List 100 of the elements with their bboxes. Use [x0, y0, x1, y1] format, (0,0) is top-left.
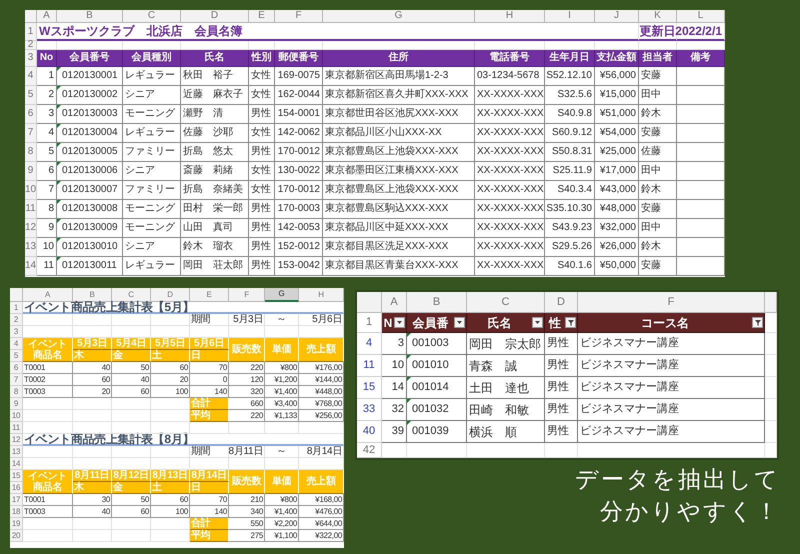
column-letter[interactable]: F — [229, 288, 265, 302]
table-cell: 安藤 — [639, 124, 677, 143]
table-cell: 東京都品川区小山XXX-XX — [323, 124, 475, 143]
table-cell: XX-XXXX-XXX — [475, 257, 545, 276]
table-cell: 3 — [382, 333, 407, 355]
column-letter[interactable]: G — [265, 288, 299, 302]
table-cell: 10 — [382, 355, 407, 377]
empty-cell — [677, 143, 725, 162]
table-cell: ¥476,00 — [299, 506, 344, 518]
row-number: 42 — [357, 443, 382, 458]
empty-cell — [151, 458, 190, 470]
empty-cell — [190, 422, 229, 434]
column-letter[interactable]: D — [151, 288, 190, 302]
table-cell: 期間 — [190, 314, 229, 326]
table-cell: 横浜 順 — [467, 421, 545, 443]
row-number: 18 — [10, 506, 23, 518]
empty-cell — [765, 292, 777, 313]
filter-dropdown-button[interactable] — [454, 317, 465, 328]
filter-button[interactable] — [565, 317, 576, 328]
empty-cell — [545, 443, 578, 458]
empty-cell — [765, 421, 777, 443]
column-letter: C — [123, 10, 181, 23]
empty-cell — [112, 314, 151, 326]
empty-cell — [73, 410, 112, 422]
table-cell: 001010 — [407, 355, 467, 377]
table-cell: T0003 — [23, 386, 73, 398]
filter-button[interactable] — [752, 317, 763, 328]
empty-cell — [112, 530, 151, 542]
empty-cell — [299, 422, 344, 434]
column-header: 5月6日 — [190, 338, 229, 350]
column-letter: C — [467, 292, 545, 313]
table-cell: S32.5.6 — [545, 86, 595, 105]
row-number: 33 — [357, 399, 382, 421]
column-header: 5月3日 — [73, 338, 112, 350]
filter-dropdown-button[interactable] — [532, 317, 543, 328]
empty-cell — [229, 458, 265, 470]
column-letter[interactable]: H — [299, 288, 344, 302]
column-letter: A — [37, 10, 57, 23]
table-cell: 6 — [37, 162, 57, 181]
table-cell: 男性 — [249, 105, 275, 124]
row-number: 20 — [10, 530, 23, 542]
row-number: 11 — [10, 422, 23, 434]
sheet-title: イベント商品売上集計表【5月】 — [23, 302, 344, 314]
row-number: 4 — [10, 338, 23, 350]
empty-cell — [677, 238, 725, 257]
table-cell: 男性 — [545, 333, 578, 355]
table-cell: 0120130003 — [57, 105, 123, 124]
column-header: 金 — [112, 482, 151, 494]
empty-cell — [190, 326, 229, 338]
table-cell: モーニング — [123, 219, 181, 238]
column-letter[interactable]: A — [23, 288, 73, 302]
table-cell: S43.9.23 — [545, 219, 595, 238]
empty-cell — [299, 458, 344, 470]
sheet-title: Wスポーツクラブ 北浜店 会員名簿 — [37, 23, 639, 41]
funnel-icon — [568, 320, 574, 326]
table-cell: 660 — [229, 398, 265, 410]
column-header: 単価 — [265, 470, 299, 494]
table-cell: 40 — [112, 374, 151, 386]
column-letter[interactable]: E — [190, 288, 229, 302]
table-cell: 男性 — [545, 421, 578, 443]
caret-icon — [535, 321, 540, 324]
table-cell: 142-0053 — [275, 219, 323, 238]
row-number: 11 — [357, 355, 382, 377]
column-header: 土 — [151, 350, 190, 362]
table-cell: 70 — [190, 362, 229, 374]
table-cell: 山田 真司 — [181, 219, 249, 238]
table-cell: 0120130008 — [57, 200, 123, 219]
table-cell: 折島 悠太 — [181, 143, 249, 162]
column-header: 支払金額 — [595, 50, 639, 67]
funnel-icon — [754, 320, 760, 326]
filter-dropdown-button[interactable] — [394, 317, 405, 328]
table-cell: 0120130010 — [57, 238, 123, 257]
table-cell: ¥168,00 — [299, 494, 344, 506]
column-letter[interactable]: C — [112, 288, 151, 302]
column-header: 8月13日 — [151, 470, 190, 482]
empty-cell — [112, 410, 151, 422]
empty-cell — [765, 333, 777, 355]
table-cell: S35.10.30 — [545, 200, 595, 219]
column-letter: L — [677, 10, 725, 23]
column-header: イベント商品名 — [23, 470, 73, 494]
table-cell: 岡田 荘太郎 — [181, 257, 249, 276]
empty-cell — [677, 200, 725, 219]
table-cell: ¥644,00 — [299, 518, 344, 530]
column-header: 売上額 — [299, 470, 344, 494]
row-number: 3 — [10, 326, 23, 338]
table-cell: 0120130001 — [57, 67, 123, 86]
empty-cell — [677, 105, 725, 124]
empty-cell — [677, 67, 725, 86]
row-number: 1 — [25, 23, 37, 41]
empty-cell — [765, 377, 777, 399]
empty-cell — [407, 443, 467, 458]
empty-cell — [151, 446, 190, 458]
column-letter[interactable]: B — [73, 288, 112, 302]
column-letter: F — [275, 10, 323, 23]
row-number: 5 — [25, 86, 37, 105]
table-cell: ¥800 — [265, 494, 299, 506]
header-label: N — [383, 316, 393, 328]
table-cell: 男性 — [249, 238, 275, 257]
table-cell: ビジネスマナー講座 — [578, 333, 765, 355]
column-letter: E — [249, 10, 275, 23]
